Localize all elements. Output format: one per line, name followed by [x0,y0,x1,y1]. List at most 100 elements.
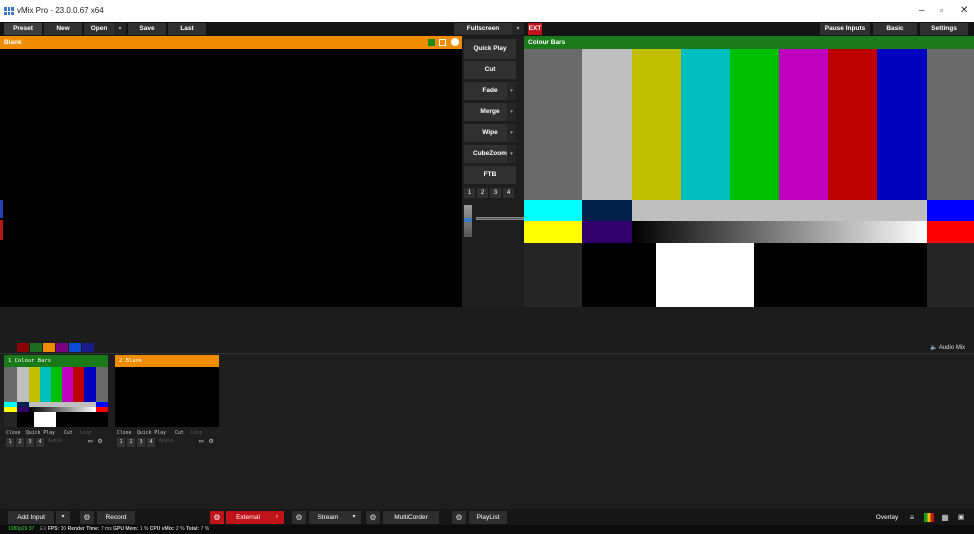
open-button[interactable]: Open [84,23,114,35]
fade-label: Fade [482,87,498,94]
transition-1-button[interactable]: 1 [464,188,475,198]
fade-button[interactable]: Fade ▾ [464,82,516,100]
input-1-number: 1 [8,358,12,364]
input-1-slot-2[interactable]: 2 [16,438,24,447]
overlay-button[interactable]: Overlay [870,511,904,524]
grid-view-icon[interactable]: ▦ [938,511,952,524]
t-bar-indicator [464,218,472,222]
pause-inputs-button[interactable]: Pause Inputs [820,23,870,35]
transition-4-button[interactable]: 4 [503,188,514,198]
wipe-button[interactable]: Wipe ▾ [464,124,516,142]
cubezoom-label: CubeZoom [473,150,507,157]
input-1-slot-4[interactable]: 4 [36,438,44,447]
settings-button[interactable]: Settings [920,23,968,35]
colour-box-orange[interactable] [43,343,55,352]
preview-green-icon[interactable] [428,39,435,46]
stream-button[interactable]: Stream [309,511,347,524]
input-1-loop-button[interactable]: Loop [80,431,92,436]
input-1-quick-play-button[interactable]: Quick Play [26,431,55,436]
preset-button[interactable]: Preset [4,23,42,35]
add-input-dropdown-icon[interactable]: ▾ [56,511,70,524]
title-bar: vMix Pro - 23.0.0.67 x64 – ▫ ✕ [0,0,974,22]
multicorder-settings-gear-icon[interactable]: ⚙ [366,511,380,524]
input-2-close-button[interactable]: Close [117,431,131,436]
transition-2-button[interactable]: 2 [477,188,488,198]
transition-3-button[interactable]: 3 [490,188,501,198]
cut-button[interactable]: Cut [464,61,516,79]
maximize-icon[interactable]: ▫ [940,5,943,15]
input-1-cut-button[interactable]: Cut [64,431,73,436]
fade-dropdown-icon[interactable]: ▾ [507,82,516,100]
fullscreen-button[interactable]: Fullscreen [454,23,512,35]
input-2-loop-button[interactable]: Loop [191,431,203,436]
external-button[interactable]: External [226,511,270,524]
last-button[interactable]: Last [168,23,206,35]
program-screen[interactable] [524,49,974,307]
wipe-dropdown-icon[interactable]: ▾ [507,124,516,142]
playlist-button[interactable]: PlayList [469,511,507,524]
cubezoom-button[interactable]: CubeZoom ▾ [464,145,516,163]
save-button[interactable]: Save [128,23,166,35]
stream-dropdown-icon[interactable]: ▾ [347,511,361,524]
input-1-thumbnail[interactable] [4,367,108,427]
input-2-quick-play-button[interactable]: Quick Play [137,431,166,436]
quick-play-button[interactable]: Quick Play [464,39,516,59]
basic-button[interactable]: Basic [873,23,917,35]
fullscreen-dropdown-icon[interactable]: ▾ [512,23,524,35]
playlist-settings-gear-icon[interactable]: ⚙ [452,511,466,524]
input-1-close-button[interactable]: Close [6,431,20,436]
record-settings-gear-icon[interactable]: ⚙ [80,511,94,524]
vmix-logo-icon [4,7,14,15]
merge-button[interactable]: Merge ▾ [464,103,516,121]
cpu-vmix-value: 2 % [175,526,185,532]
list-view-icon[interactable]: ≡ [905,511,919,524]
input-1-header[interactable]: 1 Colour Bars [4,355,108,367]
colour-box-red[interactable] [17,343,29,352]
merge-dropdown-icon[interactable]: ▾ [507,103,516,121]
input-1-slot-3[interactable]: 3 [26,438,34,447]
colour-box-navy[interactable] [82,343,94,352]
new-button[interactable]: New [44,23,82,35]
preview-multiview-icon[interactable] [439,39,446,46]
wipe-label: Wipe [482,129,498,136]
colour-box-blue[interactable] [69,343,81,352]
record-button[interactable]: Record [97,511,135,524]
external-settings-gear-icon[interactable]: ⚙ [210,511,224,524]
preview-gear-icon[interactable] [451,38,459,46]
add-input-button[interactable]: Add Input [8,511,54,524]
colour-box-purple[interactable] [56,343,68,352]
external-dropdown-icon[interactable]: › [270,511,284,524]
colour-bars-image [524,49,974,307]
ftb-button[interactable]: FTB [464,166,516,184]
gpu-mem-label: GPU Mem: [113,526,139,532]
stream-settings-gear-icon[interactable]: ⚙ [292,511,306,524]
input-2-monitor-icon[interactable]: ▭ [199,437,203,445]
input-2-gear-icon[interactable]: ⚙ [209,437,213,445]
audio-level-icon[interactable] [924,513,934,522]
open-dropdown-icon[interactable]: ▾ [114,23,126,35]
audio-mixer-toggle[interactable]: 🔈 Audio Mix [930,344,965,351]
multicorder-button[interactable]: MultiCorder [383,511,439,524]
input-1-audio-button[interactable]: Audio [48,439,62,444]
preview-marker-red [0,220,3,240]
divider-area [0,307,974,353]
input-2-slot-4[interactable]: 4 [147,438,155,447]
input-2-audio-button[interactable]: Audio [159,439,173,444]
ext-badge[interactable]: EXT [528,23,542,35]
input-2-thumbnail[interactable] [115,367,219,427]
close-icon[interactable]: ✕ [960,5,968,16]
input-2-cut-button[interactable]: Cut [175,431,184,436]
input-1-monitor-icon[interactable]: ▭ [88,437,92,445]
input-2-slot-3[interactable]: 3 [137,438,145,447]
cubezoom-dropdown-icon[interactable]: ▾ [507,145,516,163]
input-1-gear-icon[interactable]: ⚙ [98,437,102,445]
colour-box-green[interactable] [30,343,42,352]
preview-screen[interactable] [0,49,462,307]
input-2-slot-2[interactable]: 2 [127,438,135,447]
screenshot-icon[interactable]: ▣ [954,511,968,524]
input-2-slot-1[interactable]: 1 [117,438,125,447]
input-2-header[interactable]: 2 Blank [115,355,219,367]
minimize-icon[interactable]: – [919,5,925,16]
input-1-slot-1[interactable]: 1 [6,438,14,447]
t-bar-track[interactable] [476,217,524,220]
